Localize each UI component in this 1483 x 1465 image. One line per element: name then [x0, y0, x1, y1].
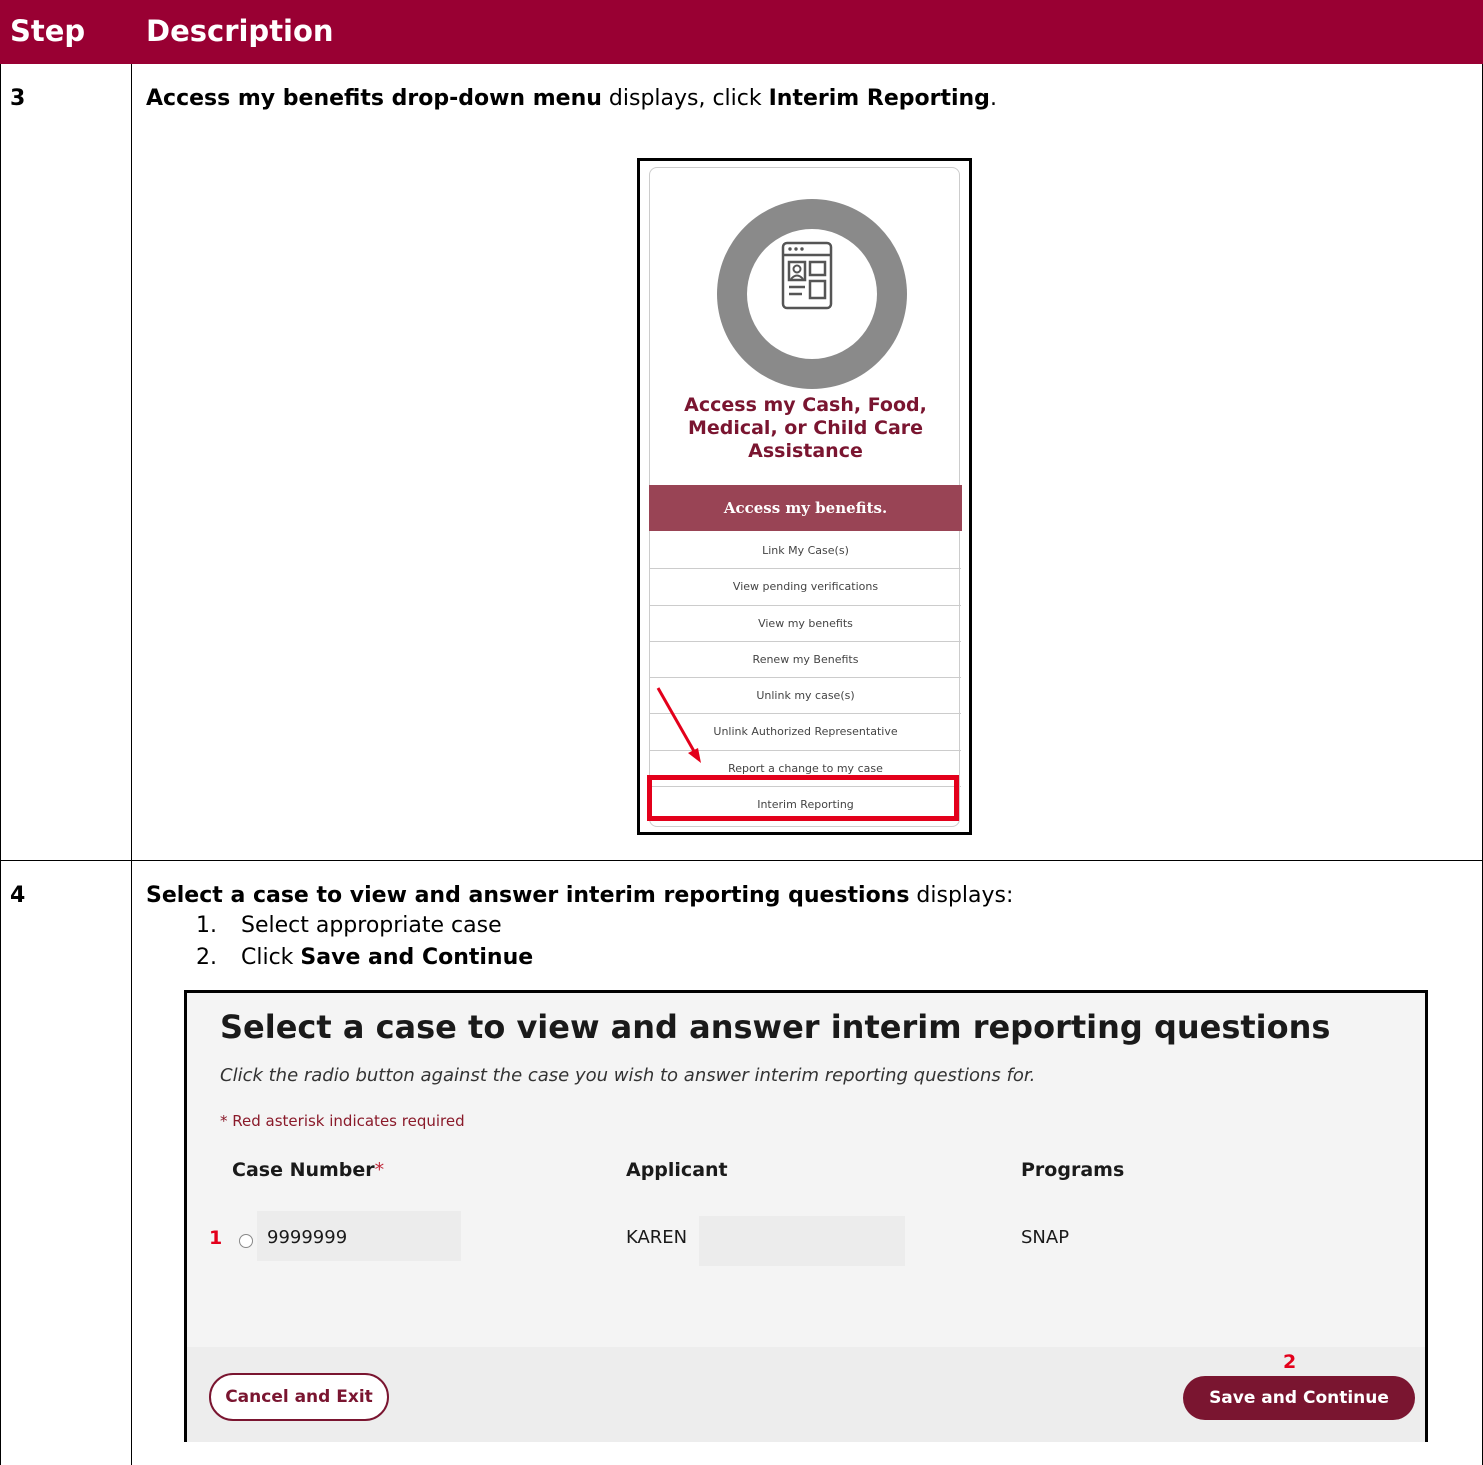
table-header: Step Description — [0, 0, 1483, 64]
description-column-header: Description — [146, 14, 334, 48]
programs-column-header: Programs — [1021, 1159, 1125, 1181]
required-note: * Red asterisk indicates required — [220, 1112, 465, 1130]
case-number-column-header: Case Number* — [232, 1159, 384, 1181]
step3-period: . — [989, 86, 997, 111]
step4-instruction: Select a case to view and answer interim… — [146, 883, 1013, 908]
instruction-table: Step Description 3 Access my benefits dr… — [0, 0, 1483, 1465]
cancel-and-exit-button[interactable]: Cancel and Exit — [209, 1373, 389, 1421]
applicant-column-header: Applicant — [626, 1159, 728, 1181]
annotation-marker-2: 2 — [1283, 1351, 1297, 1373]
case-number-value: 9999999 — [267, 1227, 348, 1248]
action-footer: 2 Cancel and Exit Save and Continue — [187, 1347, 1425, 1442]
programs-value: SNAP — [1021, 1227, 1070, 1248]
substep-1-text: Select appropriate case — [241, 913, 502, 938]
step3-bold-link: Interim Reporting — [768, 86, 990, 111]
step-column-header: Step — [10, 14, 86, 48]
step4-bold-screen: Select a case to view and answer interim… — [146, 883, 910, 908]
case-number-label: Case Number — [232, 1159, 375, 1181]
substep-2-bold: Save and Continue — [300, 945, 534, 970]
applicant-value: KAREN — [626, 1227, 688, 1248]
annotation-marker-1: 1 — [209, 1227, 223, 1249]
red-arrow-icon — [656, 687, 701, 763]
select-case-title: Select a case to view and answer interim… — [220, 1008, 1331, 1046]
table-border-left — [0, 64, 1, 1465]
applicant-cell-bg — [699, 1216, 905, 1266]
row-divider — [0, 860, 1483, 861]
required-asterisk: * — [374, 1159, 385, 1181]
benefits-menu-screenshot: Access my Cash, Food, Medical, or Child … — [637, 158, 972, 835]
step3-bold-menu: Access my benefits drop-down menu — [146, 86, 602, 111]
step4-text: displays: — [909, 883, 1014, 908]
substep-2-number: 2. — [196, 945, 217, 970]
step3-text: displays, click — [601, 86, 769, 111]
select-case-subtitle: Click the radio button against the case … — [220, 1065, 1036, 1086]
select-case-screenshot: Select a case to view and answer interim… — [184, 990, 1428, 1442]
substep-1-number: 1. — [196, 913, 217, 938]
step-number-4: 4 — [10, 883, 26, 908]
step3-instruction: Access my benefits drop-down menu displa… — [146, 86, 997, 111]
substep-2-text: Click — [241, 945, 301, 970]
save-and-continue-button[interactable]: Save and Continue — [1183, 1376, 1415, 1420]
column-divider — [131, 64, 132, 1465]
case-radio-button[interactable] — [239, 1234, 253, 1248]
step-number-3: 3 — [10, 86, 26, 111]
